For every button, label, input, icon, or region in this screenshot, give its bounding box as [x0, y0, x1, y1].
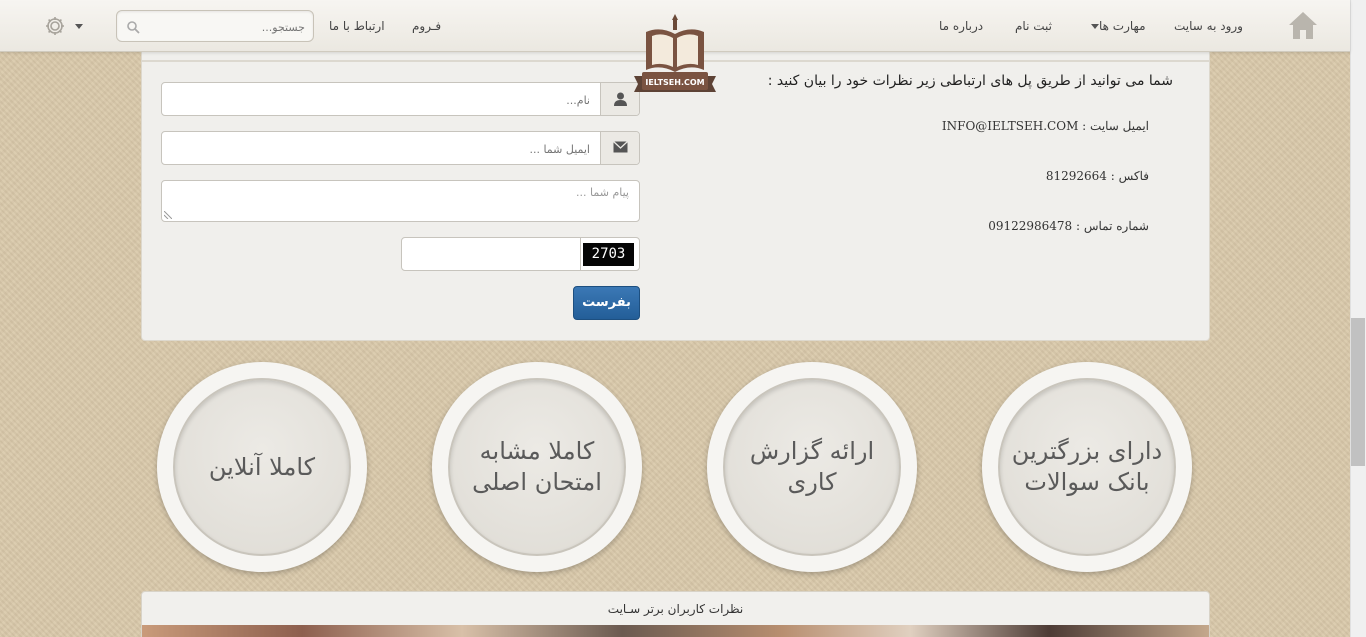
search-box: [116, 10, 314, 42]
feature-circle-online: کاملا آنلاین: [157, 362, 367, 572]
contact-fax: فاکس : 81292664: [1045, 169, 1149, 183]
testimonials-title: نظرات کاربران برتر سـایت: [607, 602, 744, 616]
search-icon[interactable]: [126, 20, 140, 34]
contact-email: ایمیل سایت : INFO@IELTSEH.COM: [941, 119, 1149, 133]
captcha-input[interactable]: 2703: [401, 237, 640, 271]
nav-login[interactable]: ورود به سایت: [1174, 19, 1243, 33]
settings-caret-icon[interactable]: [75, 24, 83, 29]
resize-grip-icon[interactable]: [164, 211, 172, 219]
captcha-image: 2703: [583, 243, 634, 266]
feature-label: کاملا مشابه امتحان اصلی: [472, 437, 602, 496]
chevron-down-icon: [1091, 24, 1099, 29]
message-textarea[interactable]: پیام شما ...: [161, 180, 640, 222]
feature-circle-inner: کاملا مشابه امتحان اصلی: [448, 378, 626, 556]
nav-skills-dropdown[interactable]: مهارت ها: [1087, 19, 1146, 33]
logo-text: IELTSEH.COM: [645, 78, 704, 87]
message-placeholder: پیام شما ...: [576, 186, 629, 199]
envelope-icon: [613, 141, 628, 153]
nav-skills-label: مهارت ها: [1099, 19, 1146, 33]
feature-circle-exam-similar: کاملا مشابه امتحان اصلی: [432, 362, 642, 572]
email-input[interactable]: [170, 139, 590, 159]
submit-button[interactable]: بفرست: [573, 286, 640, 320]
feature-label: کاملا آنلاین: [208, 452, 316, 481]
testimonials-image: [142, 625, 1209, 637]
feature-circle-report: ارائه گزارش کاری: [707, 362, 917, 572]
feature-circle-inner: دارای بزرگترین بانک سوالات: [998, 378, 1176, 556]
email-addon: [600, 132, 639, 164]
nav-register[interactable]: ثبت نام: [1015, 19, 1052, 33]
contact-intro: شما می توانید از طریق پل های ارتباطی زیر…: [767, 73, 1173, 89]
feature-label: ارائه گزارش کاری: [749, 437, 875, 496]
search-input[interactable]: [145, 17, 305, 37]
testimonials-panel: نظرات کاربران برتر سـایت: [141, 591, 1210, 637]
feature-circle-inner: کاملا آنلاین: [173, 378, 351, 556]
gear-icon[interactable]: [44, 15, 66, 37]
name-field: [161, 82, 640, 116]
nav-about[interactable]: درباره ما: [939, 19, 983, 33]
feature-circle-inner: ارائه گزارش کاری: [723, 378, 901, 556]
contact-phone: شماره تماس : 09122986478: [988, 219, 1149, 233]
nav-forum[interactable]: فـروم: [412, 19, 441, 33]
feature-label: دارای بزرگترین بانک سوالات: [1011, 437, 1163, 496]
name-input[interactable]: [170, 90, 590, 110]
feature-circle-question-bank: دارای بزرگترین بانک سوالات: [982, 362, 1192, 572]
site-logo[interactable]: IELTSEH.COM: [632, 12, 718, 100]
scrollbar-thumb[interactable]: [1351, 318, 1365, 466]
email-field: [161, 131, 640, 165]
captcha-divider: [580, 238, 581, 270]
nav-contact[interactable]: ارتباط با ما: [329, 19, 385, 33]
user-icon: [614, 92, 627, 106]
home-icon[interactable]: [1286, 9, 1320, 41]
